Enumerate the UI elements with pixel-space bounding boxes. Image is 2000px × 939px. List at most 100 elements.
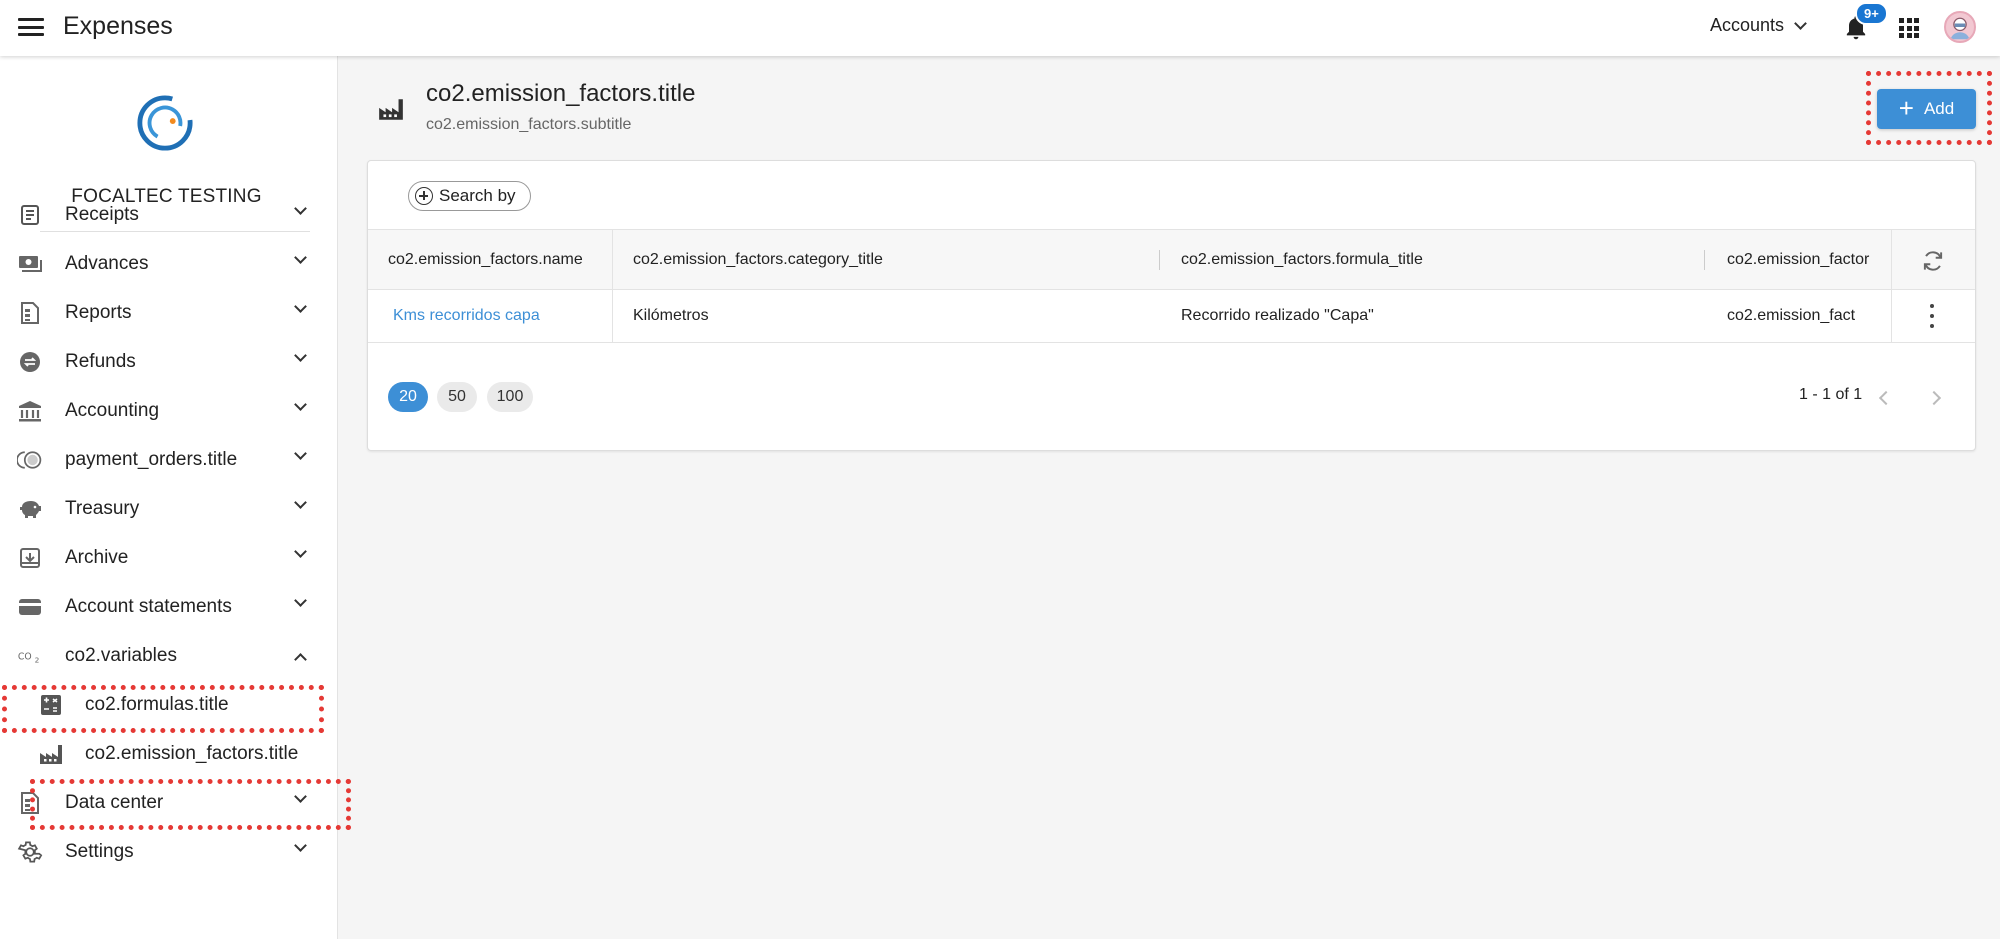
add-circle-icon: [415, 187, 433, 205]
accounts-label: Accounts: [1710, 15, 1785, 35]
sidebar-item-accounting[interactable]: Accounting: [0, 391, 320, 431]
page-size-50[interactable]: 50: [437, 382, 477, 412]
sidebar-item-label: co2.variables: [65, 645, 177, 666]
card-icon: [17, 594, 43, 620]
column-divider: [612, 230, 613, 289]
page-size-100[interactable]: 100: [487, 382, 533, 412]
column-divider: [1891, 230, 1892, 289]
gear-icon: [17, 839, 43, 865]
refund-icon: [17, 349, 43, 375]
chevron-up-icon: [294, 653, 307, 666]
sidebar-item-reports[interactable]: Reports: [0, 293, 320, 333]
bank-icon: [17, 398, 43, 424]
column-header-formula[interactable]: co2.emission_factors.formula_title: [1181, 230, 1681, 289]
data-center-icon: [17, 790, 43, 816]
chevron-down-icon: [294, 496, 307, 509]
column-header-name[interactable]: co2.emission_factors.name: [388, 230, 610, 289]
piggy-bank-icon: [17, 496, 43, 522]
chevron-down-icon: [294, 839, 307, 852]
row-category: Kilómetros: [633, 307, 709, 324]
sidebar-item-label: Advances: [65, 253, 149, 274]
svg-text:CO: CO: [18, 652, 32, 663]
sidebar-item-label: Accounting: [65, 400, 160, 421]
column-divider: [612, 290, 613, 342]
cash-icon: [17, 251, 43, 277]
chevron-down-icon: [294, 594, 307, 607]
search-by-label: Search by: [439, 186, 516, 205]
page-title: co2.emission_factors.title: [426, 80, 696, 107]
page-size-20[interactable]: 20: [388, 382, 428, 412]
factory-icon: [379, 99, 403, 120]
archive-icon: [17, 545, 43, 571]
next-page-icon[interactable]: [1926, 390, 1942, 406]
sidebar-item-label: Account statements: [65, 596, 232, 617]
row-name-link[interactable]: Kms recorridos capa: [393, 290, 611, 342]
add-button[interactable]: + Add: [1877, 89, 1976, 129]
sidebar-item-advances[interactable]: Advances: [0, 244, 320, 284]
sidebar: FOCALTEC TESTING Receipts Advances Repor…: [0, 56, 351, 939]
sidebar-item-label: Receipts: [65, 204, 139, 225]
app-title: Expenses: [63, 12, 173, 40]
sidebar-item-label: Treasury: [65, 498, 140, 519]
page-subtitle: co2.emission_factors.subtitle: [426, 116, 632, 133]
accounts-dropdown[interactable]: Accounts: [1710, 15, 1807, 36]
avatar[interactable]: [1944, 11, 1976, 43]
receipt-icon: [17, 202, 43, 228]
add-button-label: Add: [1923, 99, 1955, 118]
plus-icon: +: [1898, 93, 1914, 123]
apps-grid-icon[interactable]: [1899, 18, 1919, 38]
chevron-down-icon: [294, 790, 307, 803]
sidebar-item-label: Archive: [65, 547, 129, 568]
chevron-down-icon: [294, 300, 307, 313]
table-header: co2.emission_factors.name co2.emission_f…: [368, 229, 1975, 290]
sidebar-item-receipts[interactable]: Receipts: [0, 195, 320, 235]
svg-text:2: 2: [35, 656, 40, 665]
column-header-category[interactable]: co2.emission_factors.category_title: [633, 230, 1133, 289]
hamburger-menu-icon[interactable]: [18, 16, 44, 38]
sidebar-item-label: Reports: [65, 302, 132, 323]
table-row: Kms recorridos capa Kilómetros Recorrido…: [368, 290, 1975, 343]
sidebar-item-co2-variables[interactable]: CO 2 co2.variables: [0, 636, 320, 676]
sidebar-item-payment-orders[interactable]: payment_orders.title: [0, 440, 320, 480]
notification-badge: 9+: [1855, 2, 1888, 25]
chevron-down-icon: [294, 251, 307, 264]
more-options-icon[interactable]: [1930, 304, 1934, 328]
sidebar-item-label: Data center: [65, 792, 164, 813]
sidebar-item-label: co2.emission_factors.title: [85, 743, 299, 764]
sidebar-item-label: Refunds: [65, 351, 136, 372]
chevron-down-icon: [294, 447, 307, 460]
top-bar: Expenses Accounts 9+: [0, 0, 2000, 56]
chevron-down-icon: [294, 349, 307, 362]
table-card: Search by co2.emission_factors.name co2.…: [367, 160, 1976, 451]
factory-icon: [38, 741, 64, 767]
previous-page-icon[interactable]: [1878, 390, 1894, 406]
sidebar-item-label: co2.formulas.title: [85, 694, 229, 715]
search-by-chip[interactable]: Search by: [408, 181, 531, 211]
sidebar-item-treasury[interactable]: Treasury: [0, 489, 320, 529]
sidebar-item-archive[interactable]: Archive: [0, 538, 320, 578]
co2-icon: CO 2: [17, 643, 43, 669]
chevron-down-icon: [1794, 16, 1807, 30]
sidebar-item-label: payment_orders.title: [65, 449, 238, 470]
refresh-icon[interactable]: [1920, 248, 1946, 274]
sidebar-item-co2-emission-factors[interactable]: co2.emission_factors.title: [0, 734, 320, 774]
column-divider: [1159, 250, 1160, 270]
sidebar-item-settings[interactable]: Settings: [0, 832, 320, 872]
sidebar-item-co2-formulas[interactable]: co2.formulas.title: [0, 685, 320, 725]
row-emission-factor: co2.emission_fact: [1727, 307, 1856, 324]
row-formula: Recorrido realizado "Capa": [1181, 307, 1374, 324]
chevron-down-icon: [294, 398, 307, 411]
sidebar-item-label: Settings: [65, 841, 134, 862]
column-divider: [1891, 290, 1892, 342]
company-logo-icon: [137, 95, 193, 151]
sidebar-item-refunds[interactable]: Refunds: [0, 342, 320, 382]
chevron-down-icon: [294, 545, 307, 558]
coins-icon: [17, 447, 43, 473]
sidebar-item-data-center[interactable]: Data center: [0, 783, 320, 823]
pagination-range: 1 - 1 of 1: [1799, 386, 1863, 403]
column-header-emission-factor[interactable]: co2.emission_factor: [1727, 230, 1891, 289]
report-icon: [17, 300, 43, 326]
calculator-icon: [38, 692, 64, 718]
sidebar-item-account-statements[interactable]: Account statements: [0, 587, 320, 627]
chevron-down-icon: [294, 202, 307, 215]
